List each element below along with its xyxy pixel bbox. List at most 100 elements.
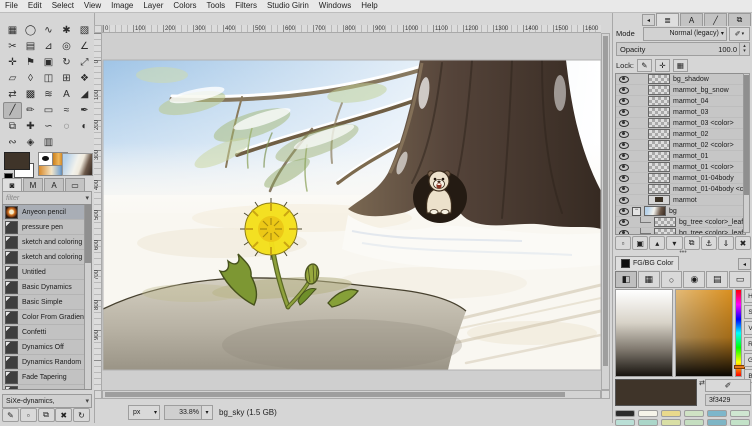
measure-tool[interactable]: ∠ <box>75 38 94 55</box>
select-by-color-tool[interactable]: ▧ <box>75 22 94 39</box>
ellipse-select-tool[interactable]: ◯ <box>21 22 40 39</box>
mode-combo[interactable]: Normal (legacy) ▾ <box>643 27 727 41</box>
dynamics-item[interactable]: Color From Gradient <box>3 310 91 325</box>
raise-layer-button[interactable]: ▴ <box>649 236 665 250</box>
new-group-button[interactable]: ▣ <box>632 236 648 250</box>
dynamics-item[interactable]: Fade Tapering <box>3 370 91 385</box>
group-expander[interactable]: − <box>632 207 641 216</box>
selector-palette[interactable]: ▤ <box>706 271 728 288</box>
visibility-toggle[interactable] <box>619 76 629 83</box>
foreground-select-tool[interactable]: ▤ <box>21 38 40 55</box>
color-history-swatch[interactable] <box>707 410 727 417</box>
tab-undo-history[interactable]: ⧉ <box>728 13 751 26</box>
layer-row[interactable]: − marmot_03 <color> <box>616 118 745 129</box>
value-pane[interactable] <box>615 289 673 377</box>
color-history-swatch[interactable] <box>615 410 635 417</box>
paintbrush-tool[interactable]: ╱ <box>3 102 22 119</box>
dynamics-item[interactable]: Dynamics Off <box>3 340 91 355</box>
rotate-tool[interactable]: ↻ <box>57 54 76 71</box>
navigation-button[interactable] <box>601 390 610 399</box>
canvas-viewport[interactable] <box>102 33 601 390</box>
menu-item[interactable]: Tools <box>202 0 231 12</box>
warp-transform-tool[interactable]: ≋ <box>39 86 58 103</box>
heal-tool[interactable]: ✚ <box>21 118 40 135</box>
active-image-thumbnail[interactable] <box>62 153 93 176</box>
lock-position-button[interactable]: ✛ <box>655 59 670 72</box>
hex-input[interactable]: 3f3429 <box>705 394 751 406</box>
dynamics-item[interactable]: sketch and coloring copy <box>3 250 91 265</box>
saturation-pane[interactable] <box>675 289 733 377</box>
blur-sharpen-tool[interactable]: ◌ <box>57 118 76 135</box>
visibility-toggle[interactable] <box>619 175 629 182</box>
layer-row[interactable]: − marmot_01 <color> <box>616 162 745 173</box>
lock-alpha-button[interactable]: ▦ <box>673 59 688 72</box>
dynamics-item[interactable]: Dynamics Random <box>3 355 91 370</box>
menu-item[interactable]: Windows <box>314 0 356 12</box>
menu-item[interactable]: Studio Girin <box>262 0 314 12</box>
layer-list-scrollbar[interactable] <box>743 73 750 233</box>
dialog-menu-button[interactable]: ◂ <box>738 258 751 270</box>
menu-item[interactable]: File <box>0 0 23 12</box>
perspective-tool[interactable]: ◊ <box>21 70 40 87</box>
gradient-tool[interactable]: ▥ <box>39 134 58 151</box>
opacity-slider[interactable]: Opacity 100.0 ▴▾ <box>616 42 750 56</box>
layer-row[interactable]: − marmot_02 <color> <box>616 140 745 151</box>
quickmask-button[interactable] <box>94 390 102 399</box>
anchor-layer-button[interactable]: ⚓ <box>701 236 717 250</box>
menu-item[interactable]: Select <box>47 0 79 12</box>
mode-options-button[interactable]: ✐▾ <box>729 27 750 41</box>
duplicate-layer-button[interactable]: ⧉ <box>684 236 700 250</box>
unit-combo[interactable]: px ▾ <box>128 405 160 420</box>
shear-tool[interactable]: ▱ <box>3 70 22 87</box>
visibility-toggle[interactable] <box>619 120 629 127</box>
pencil-tool[interactable]: ✏ <box>21 102 40 119</box>
visibility-toggle[interactable] <box>619 197 629 204</box>
menu-item[interactable]: Filters <box>230 0 262 12</box>
edit-dynamics-button[interactable]: ✎ <box>2 408 19 422</box>
selector-cmyk[interactable]: ▦ <box>638 271 660 288</box>
dynamics-item[interactable]: Basic Dynamics <box>3 280 91 295</box>
layer-row[interactable]: − marmot_01-04body <color> <box>616 184 745 195</box>
layer-row[interactable]: − marmot_01 <box>616 151 745 162</box>
duplicate-dynamics-button[interactable]: ⧉ <box>38 408 55 422</box>
vertical-scrollbar[interactable] <box>601 33 610 390</box>
transform-3d-tool[interactable]: ◫ <box>39 70 58 87</box>
mypaint-brush-tool[interactable]: ∾ <box>3 134 22 151</box>
hue-bar[interactable] <box>735 289 742 377</box>
layer-row[interactable]: − marmot_03 <box>616 107 745 118</box>
unified-transform-tool[interactable]: ⊞ <box>57 70 76 87</box>
lock-pixels-button[interactable]: ✎ <box>637 59 652 72</box>
dynamics-item[interactable]: Anyeon pencil <box>3 205 91 220</box>
cage-transform-tool[interactable]: ▩ <box>21 86 40 103</box>
selector-watercolor[interactable]: ○ <box>661 271 683 288</box>
visibility-toggle[interactable] <box>619 98 629 105</box>
zoom-entry[interactable]: 33.8% <box>164 405 202 420</box>
layer-row[interactable]: − marmot <box>616 195 745 206</box>
canvas-image[interactable] <box>102 33 601 390</box>
tab-fg-bg-color[interactable]: FG/BG Color <box>615 256 679 270</box>
dynamics-item[interactable]: pressure pen <box>3 220 91 235</box>
visibility-toggle[interactable] <box>619 109 629 116</box>
dynamics-scrollbar[interactable] <box>84 205 91 389</box>
dynamics-tag-dropdown[interactable]: SiXe-dynamics, ▾ <box>2 394 92 408</box>
layer-row[interactable]: − bg <box>616 206 745 217</box>
visibility-toggle[interactable] <box>619 87 629 94</box>
paths-tool[interactable]: ⊿ <box>39 38 58 55</box>
fg-color-swatch[interactable] <box>4 152 30 170</box>
dynamics-item[interactable]: Untitled <box>3 265 91 280</box>
flip-tool[interactable]: ⇄ <box>3 86 22 103</box>
layer-row[interactable]: − bg_shadow <box>616 74 745 85</box>
airbrush-tool[interactable]: ≈ <box>57 102 76 119</box>
tab-paths[interactable]: ╱ <box>704 13 727 26</box>
move-tool[interactable]: ✛ <box>3 54 22 71</box>
visibility-toggle[interactable] <box>619 230 629 236</box>
channel-button[interactable]: G <box>744 353 752 367</box>
layer-row[interactable]: − marmot_04 <box>616 96 745 107</box>
scissors-select-tool[interactable]: ✂ <box>3 38 22 55</box>
eraser-tool[interactable]: ▭ <box>39 102 58 119</box>
menu-item[interactable]: Help <box>356 0 382 12</box>
text-tool[interactable]: A <box>57 86 76 103</box>
selector-scales[interactable]: ▭ <box>729 271 751 288</box>
opacity-spinner[interactable]: ▴▾ <box>739 43 749 55</box>
layer-row[interactable]: − marmot_bg_snow <box>616 85 745 96</box>
